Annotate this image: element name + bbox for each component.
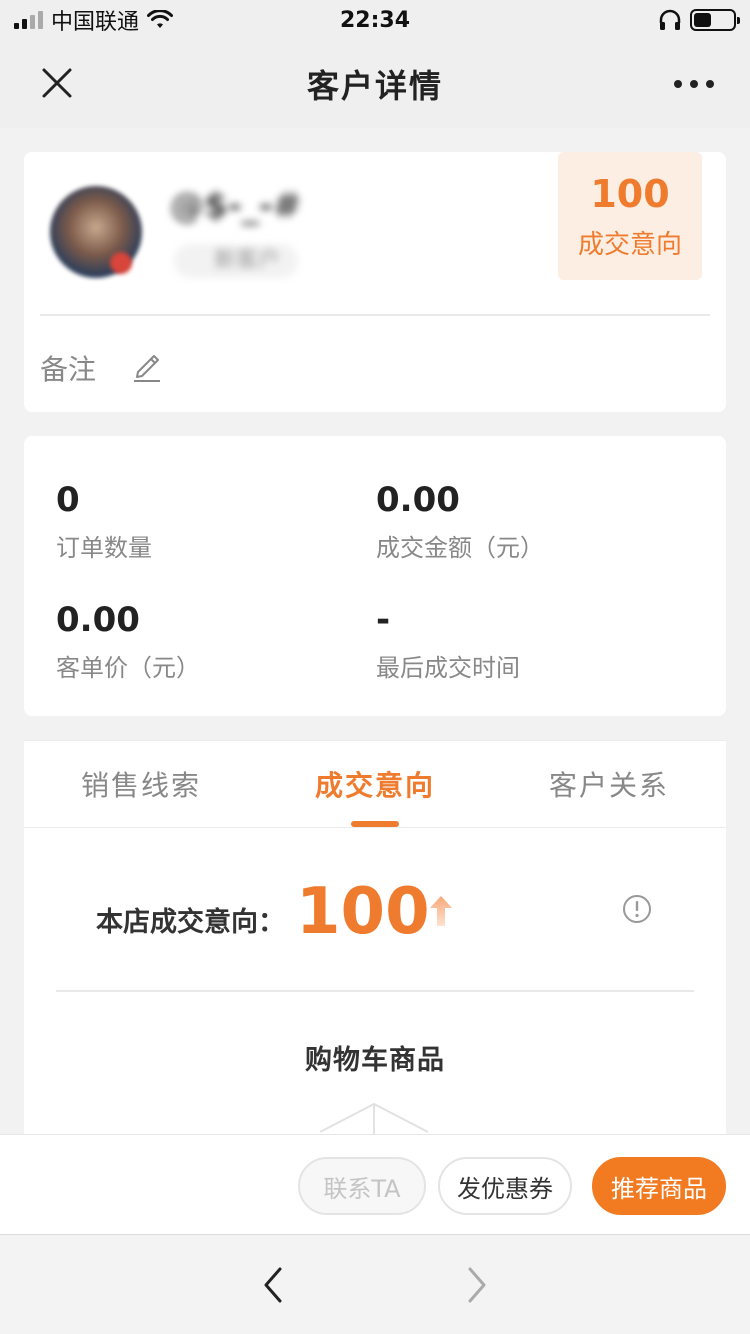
remark-label: 备注 — [40, 353, 97, 386]
avatar-badge — [110, 252, 132, 274]
page-title: 客户详情 — [306, 67, 443, 105]
intent-label: 成交意向 — [577, 229, 682, 260]
store-intent-label: 本店成交意向： — [96, 907, 285, 938]
stat-label: 成交金额（元） — [376, 534, 544, 562]
customer-tag: 新客户 — [174, 244, 299, 278]
action-bar: 联系TA 发优惠券 推荐商品 — [0, 1134, 750, 1234]
stat-deal-amount: 0.00 成交金额（元） — [376, 480, 544, 563]
store-intent-value: 100 — [296, 875, 430, 949]
headphones-icon — [659, 9, 681, 30]
carrier-name: 中国联通 — [51, 10, 140, 35]
status-left: 中国联通 — [14, 4, 174, 36]
send-coupon-button[interactable]: 发优惠券 — [438, 1157, 572, 1215]
status-bar: 中国联通 22:34 — [0, 0, 750, 40]
intent-score: 100 — [590, 171, 670, 216]
customer-name: @$-_-# — [170, 186, 302, 226]
info-icon[interactable] — [622, 894, 652, 924]
back-arrow-icon[interactable] — [258, 1265, 288, 1305]
tab-label: 销售线索 — [80, 769, 201, 802]
tab-sales-leads[interactable]: 销售线索 — [24, 741, 258, 827]
divider — [56, 990, 694, 992]
stat-order-count: 0 订单数量 — [56, 480, 152, 563]
contact-button[interactable]: 联系TA — [298, 1157, 426, 1215]
stat-label: 订单数量 — [56, 534, 152, 562]
tab-active-indicator — [351, 821, 399, 827]
tab-bar: 销售线索 成交意向 客户关系 — [24, 740, 726, 828]
close-icon[interactable] — [40, 66, 74, 100]
edit-icon[interactable] — [132, 348, 164, 382]
signal-icon — [14, 11, 43, 29]
up-arrow-icon — [430, 896, 452, 926]
nav-bar: 客户详情 — [0, 40, 750, 128]
stat-value: 0 — [56, 480, 80, 520]
status-right — [658, 9, 740, 31]
tab-label: 成交意向 — [314, 769, 435, 802]
tab-customer-relation[interactable]: 客户关系 — [492, 741, 726, 827]
tab-deal-intent[interactable]: 成交意向 — [258, 741, 492, 827]
tab-card: 销售线索 成交意向 客户关系 本店成交意向： 100 购物车商品 — [24, 740, 726, 1162]
more-icon[interactable] — [674, 80, 714, 88]
stat-avg-order: 0.00 客单价（元） — [56, 600, 200, 683]
battery-icon — [690, 9, 740, 31]
stat-last-deal: - 最后成交时间 — [376, 600, 520, 683]
forward-arrow-icon[interactable] — [462, 1265, 492, 1305]
recommend-product-button[interactable]: 推荐商品 — [592, 1157, 726, 1215]
battery-level — [694, 13, 712, 27]
profile-card: @$-_-# 新客户 100 成交意向 备注 — [24, 152, 726, 412]
tab-label: 客户关系 — [548, 769, 669, 802]
stat-value: - — [376, 600, 391, 640]
cart-section-title: 购物车商品 — [305, 1045, 445, 1076]
stat-label: 最后成交时间 — [376, 654, 520, 682]
stat-value: 0.00 — [376, 480, 460, 520]
wifi-icon — [147, 10, 174, 28]
stat-label: 客单价（元） — [56, 654, 200, 682]
intent-score-box: 100 成交意向 — [558, 152, 702, 280]
browser-toolbar — [0, 1234, 750, 1334]
stats-card: 0 订单数量 0.00 成交金额（元） 0.00 客单价（元） - 最后成交时间 — [24, 436, 726, 716]
stat-value: 0.00 — [56, 600, 140, 640]
divider — [40, 314, 710, 316]
